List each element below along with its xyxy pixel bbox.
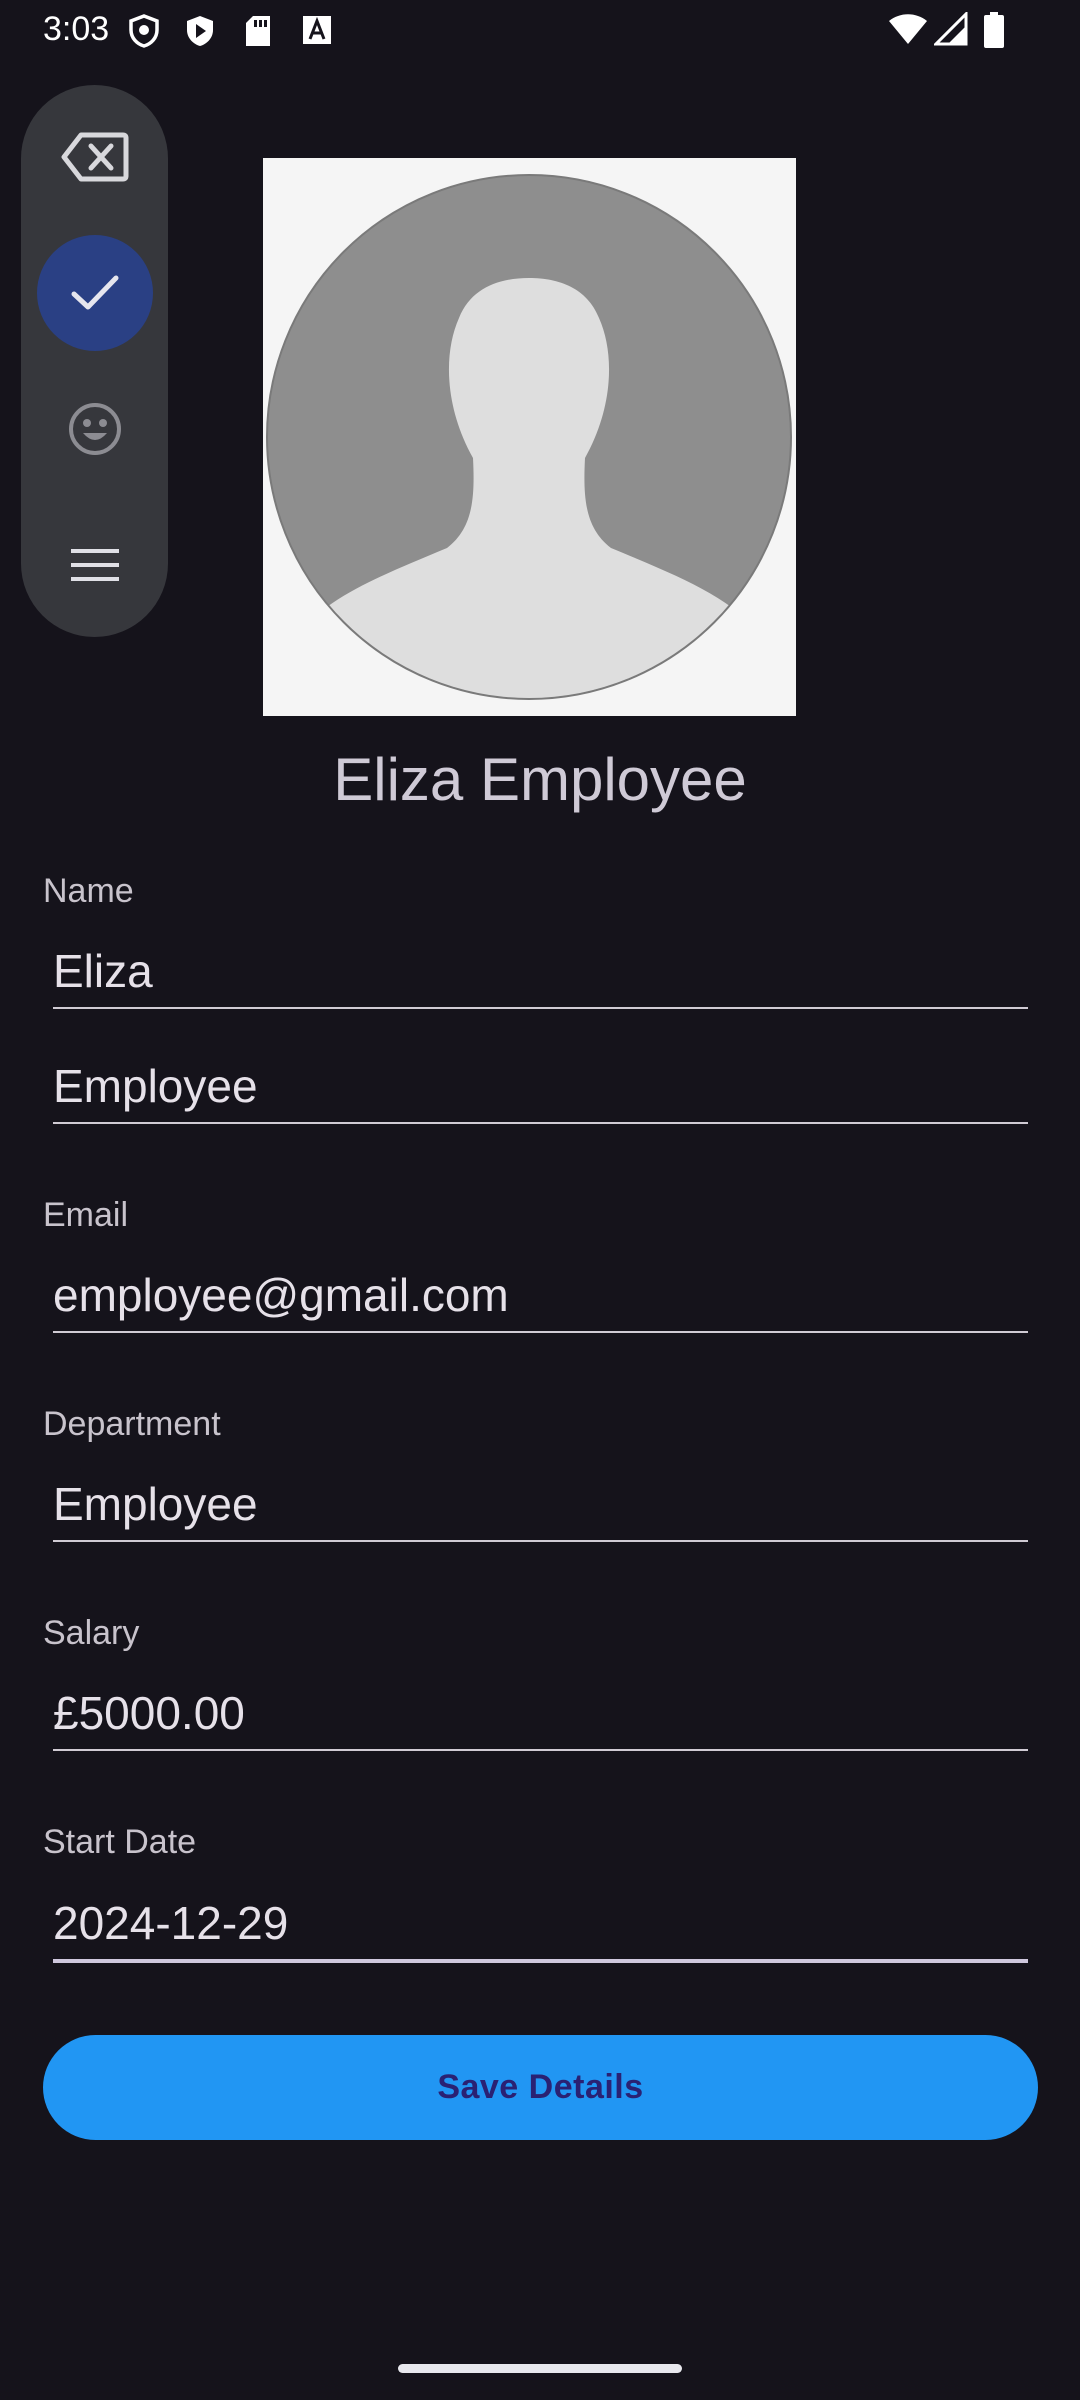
email-label: Email	[43, 1196, 129, 1234]
status-time: 3:03	[43, 10, 110, 48]
floating-toolbar	[21, 85, 168, 637]
status-bar: 3:03	[0, 0, 1080, 62]
menu-icon	[70, 546, 120, 584]
cell-signal-icon	[934, 12, 968, 46]
last-name-input[interactable]	[53, 1050, 1028, 1124]
emoji-button[interactable]	[37, 371, 153, 487]
gesture-nav-handle[interactable]	[398, 2364, 682, 2373]
emoji-icon	[67, 401, 123, 457]
play-store-icon	[184, 14, 216, 48]
name-label: Name	[43, 872, 134, 910]
department-input[interactable]	[53, 1468, 1028, 1542]
edit-employee-screen: 3:03 Eliza Employee Name Eliza Employee …	[0, 0, 1080, 2400]
save-details-button[interactable]: Save Details	[43, 2035, 1038, 2140]
salary-input[interactable]	[53, 1677, 1028, 1751]
font-a-icon	[302, 14, 332, 46]
start-date-input[interactable]	[53, 1886, 1028, 1963]
shield-icon	[128, 14, 160, 48]
profile-full-name: Eliza Employee	[333, 746, 747, 813]
check-icon	[70, 273, 120, 313]
backspace-icon	[61, 131, 129, 183]
first-name-input[interactable]	[53, 935, 1028, 1009]
menu-button[interactable]	[37, 507, 153, 623]
salary-label: Salary	[43, 1614, 140, 1652]
department-label: Department	[43, 1405, 221, 1443]
avatar[interactable]	[263, 158, 796, 716]
start-date-label: Start Date	[43, 1823, 197, 1861]
backspace-button[interactable]	[37, 99, 153, 215]
check-button[interactable]	[37, 235, 153, 351]
sd-card-icon	[244, 14, 272, 48]
email-input[interactable]	[53, 1259, 1028, 1333]
wifi-icon	[888, 12, 928, 46]
battery-icon	[984, 12, 1004, 48]
